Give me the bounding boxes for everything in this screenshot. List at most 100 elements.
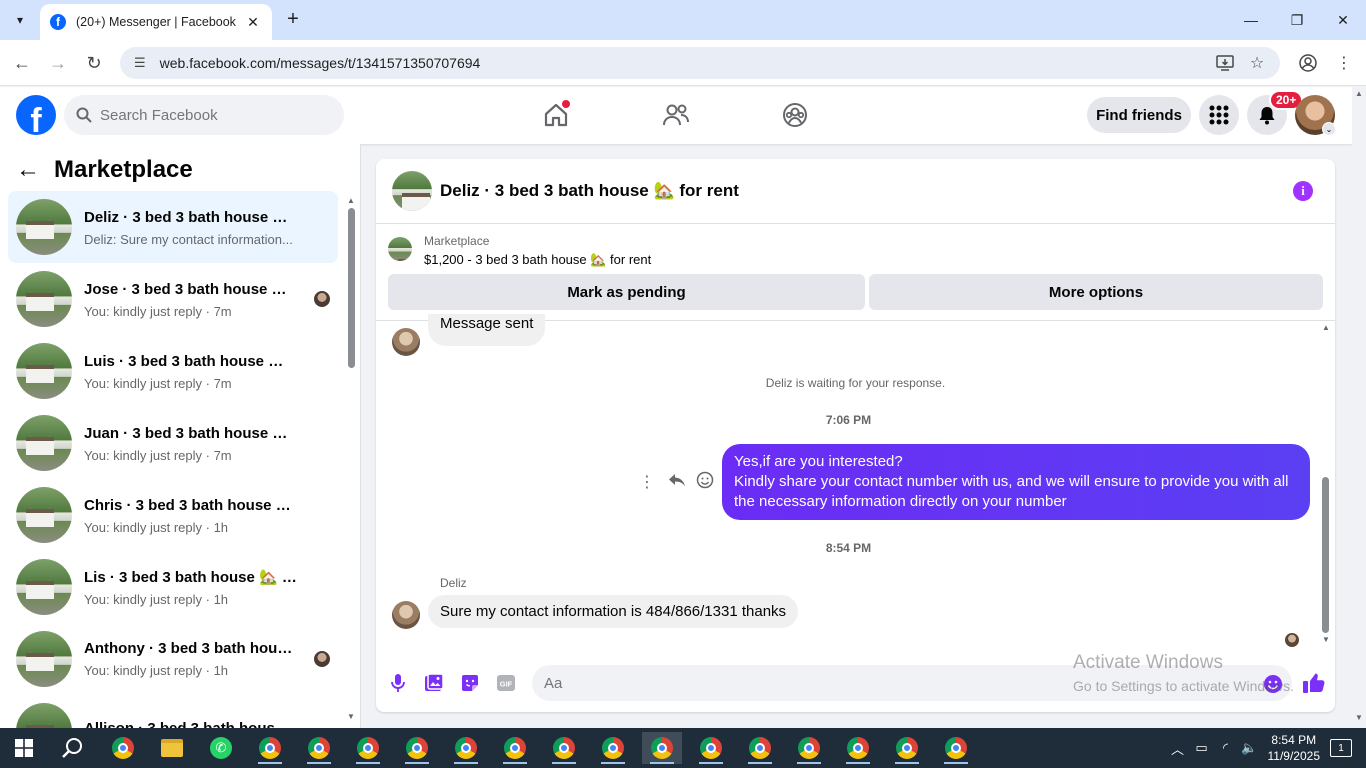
chat-item[interactable]: Allison · 3 bed 3 bath house 🏡 f... bbox=[8, 695, 338, 728]
more-vertical-icon[interactable]: ⋮ bbox=[638, 472, 656, 492]
restore-button[interactable]: ❐ bbox=[1274, 0, 1320, 40]
microphone-icon[interactable] bbox=[386, 671, 410, 695]
taskbar-file-explorer-icon[interactable] bbox=[152, 732, 192, 764]
taskbar-search-icon[interactable] bbox=[50, 728, 94, 768]
taskbar-chrome-icon[interactable] bbox=[250, 732, 290, 764]
home-nav-icon[interactable] bbox=[538, 97, 574, 133]
forward-button[interactable]: → bbox=[45, 50, 71, 76]
page-scroll-down-icon[interactable]: ▼ bbox=[1354, 713, 1364, 722]
groups-nav-icon[interactable] bbox=[777, 97, 813, 133]
taskbar-chrome-icon[interactable] bbox=[446, 732, 486, 764]
close-window-button[interactable]: ✕ bbox=[1320, 0, 1366, 40]
taskbar-chrome-icon[interactable] bbox=[838, 732, 878, 764]
taskbar-chrome-icon[interactable] bbox=[348, 732, 388, 764]
taskbar-chrome-icon[interactable] bbox=[789, 732, 829, 764]
sidebar-scroll-thumb[interactable] bbox=[348, 208, 355, 368]
taskbar-clock[interactable]: 8:54 PM 11/9/2025 bbox=[1268, 732, 1321, 764]
chat-item[interactable]: Juan · 3 bed 3 bath house 🏡 for... You: k… bbox=[8, 407, 338, 479]
show-hidden-icons-chevron-up-icon[interactable]: ︿ bbox=[1166, 739, 1190, 758]
volume-icon[interactable]: 🔈 bbox=[1238, 740, 1262, 756]
chat-item[interactable]: Lis · 3 bed 3 bath house 🏡 for r... You: … bbox=[8, 551, 338, 623]
menu-grid-icon[interactable] bbox=[1199, 95, 1239, 135]
facebook-search[interactable] bbox=[64, 95, 344, 135]
taskbar-chrome-icon[interactable] bbox=[544, 732, 584, 764]
friends-nav-icon[interactable] bbox=[658, 97, 694, 133]
chat-item[interactable]: Anthony · 3 bed 3 bath house... You: kind… bbox=[8, 623, 338, 695]
taskbar-chrome-icon[interactable] bbox=[936, 732, 976, 764]
sidebar-scrollbar[interactable]: ▲ ▼ bbox=[346, 194, 356, 721]
taskbar-chrome-icon[interactable] bbox=[593, 732, 633, 764]
taskbar-chrome-icon-active[interactable] bbox=[642, 732, 682, 764]
contact-avatar bbox=[392, 328, 420, 356]
browser-menu-icon[interactable]: ⋮ bbox=[1333, 52, 1355, 74]
chat-preview: You: kindly just reply · 1h bbox=[84, 663, 229, 678]
facebook-logo-icon[interactable]: f bbox=[16, 95, 56, 135]
back-arrow-icon[interactable]: ← bbox=[16, 156, 40, 184]
message-bubble[interactable]: Message sent bbox=[428, 314, 546, 346]
chat-name: Jose · 3 bed 3 bath house 🏡 f... bbox=[84, 280, 298, 298]
address-bar[interactable]: ☰ web.facebook.com/messages/t/1341571350… bbox=[120, 47, 1280, 79]
mark-as-pending-button[interactable]: Mark as pending bbox=[388, 274, 865, 310]
message-input-wrapper[interactable] bbox=[532, 665, 1292, 701]
more-options-button[interactable]: More options bbox=[869, 274, 1323, 310]
chat-item[interactable]: Chris · 3 bed 3 bath house 🏡 fo... You: k… bbox=[8, 479, 338, 551]
taskbar-chrome-icon[interactable] bbox=[740, 732, 780, 764]
conversation-thumbnail[interactable] bbox=[392, 171, 432, 211]
info-icon[interactable]: i bbox=[1293, 181, 1313, 201]
taskbar-whatsapp-icon[interactable]: ✆ bbox=[201, 732, 241, 764]
taskbar-chrome-icon[interactable] bbox=[887, 732, 927, 764]
incoming-message-bubble[interactable]: Sure my contact information is 484/866/1… bbox=[428, 595, 799, 628]
scroll-up-arrow-icon[interactable]: ▲ bbox=[346, 196, 356, 205]
minimize-button[interactable]: — bbox=[1228, 0, 1274, 40]
like-thumb-icon[interactable] bbox=[1302, 671, 1326, 695]
bookmark-star-icon[interactable]: ☆ bbox=[1244, 47, 1270, 79]
reply-icon[interactable] bbox=[668, 472, 690, 491]
scroll-up-arrow-icon[interactable]: ▲ bbox=[1321, 323, 1331, 332]
message-input[interactable] bbox=[544, 674, 1144, 692]
site-info-icon[interactable]: ☰ bbox=[134, 55, 146, 71]
facebook-top-nav: f Find friends 20+ ⌄ bbox=[0, 87, 1352, 144]
browser-tab[interactable]: f (20+) Messenger | Facebook ✕ bbox=[40, 4, 272, 40]
wifi-icon[interactable]: ◜ bbox=[1214, 740, 1238, 756]
chat-name: Anthony · 3 bed 3 bath house... bbox=[84, 640, 298, 657]
find-friends-button[interactable]: Find friends bbox=[1087, 97, 1191, 133]
sticker-icon[interactable] bbox=[458, 671, 482, 695]
reload-button[interactable]: ↻ bbox=[81, 50, 107, 76]
outgoing-message-bubble[interactable]: Yes,if are you interested? Kindly share … bbox=[722, 444, 1310, 520]
notifications-bell-icon[interactable]: 20+ bbox=[1247, 90, 1304, 135]
listing-price-title[interactable]: $1,200 - 3 bed 3 bath house 🏡 for rent bbox=[424, 252, 651, 268]
windows-start-icon[interactable] bbox=[0, 728, 48, 768]
account-chevron-down-icon[interactable]: ⌄ bbox=[1322, 122, 1336, 136]
page-scrollbar[interactable]: ▲ ▼ bbox=[1352, 87, 1366, 728]
thread-scrollbar[interactable]: ▲ ▼ bbox=[1321, 321, 1331, 651]
emoji-icon[interactable] bbox=[1261, 672, 1285, 696]
waiting-notice: Deliz is waiting for your response. bbox=[765, 376, 946, 390]
taskbar-chrome-icon[interactable] bbox=[397, 732, 437, 764]
clock-time: 8:54 PM bbox=[1271, 733, 1317, 747]
profile-icon[interactable] bbox=[1297, 52, 1319, 74]
page-scroll-up-icon[interactable]: ▲ bbox=[1354, 89, 1364, 98]
search-input[interactable] bbox=[100, 106, 320, 124]
photo-icon[interactable] bbox=[422, 671, 446, 695]
chat-item[interactable]: Luis · 3 bed 3 bath house 🏡 for ... You: … bbox=[8, 335, 338, 407]
chat-item[interactable]: Deliz · 3 bed 3 bath house 🏡 fo... Deliz:… bbox=[8, 191, 338, 263]
action-center-icon[interactable]: 1 bbox=[1330, 739, 1352, 757]
tab-search-button[interactable]: ▾ bbox=[6, 6, 34, 34]
conversation-title[interactable]: Deliz · 3 bed 3 bath house 🏡 for rent bbox=[440, 181, 739, 201]
new-tab-button[interactable]: + bbox=[282, 8, 304, 30]
chat-name: Lis · 3 bed 3 bath house 🏡 for r... bbox=[84, 568, 298, 586]
thread-scroll-thumb[interactable] bbox=[1322, 477, 1329, 633]
battery-icon[interactable]: ▭ bbox=[1190, 740, 1214, 756]
back-button[interactable]: ← bbox=[9, 50, 35, 76]
close-tab-icon[interactable]: ✕ bbox=[244, 14, 262, 31]
gif-icon[interactable]: GIF bbox=[494, 671, 518, 695]
scroll-down-arrow-icon[interactable]: ▼ bbox=[346, 712, 356, 721]
taskbar-chrome-icon[interactable] bbox=[103, 732, 143, 764]
taskbar-chrome-icon[interactable] bbox=[691, 732, 731, 764]
react-emoji-icon[interactable] bbox=[696, 471, 718, 492]
scroll-down-arrow-icon[interactable]: ▼ bbox=[1321, 635, 1331, 644]
taskbar-chrome-icon[interactable] bbox=[495, 732, 535, 764]
chat-item[interactable]: Jose · 3 bed 3 bath house 🏡 f... You: kin… bbox=[8, 263, 338, 335]
install-app-icon[interactable] bbox=[1212, 47, 1238, 79]
taskbar-chrome-icon[interactable] bbox=[299, 732, 339, 764]
